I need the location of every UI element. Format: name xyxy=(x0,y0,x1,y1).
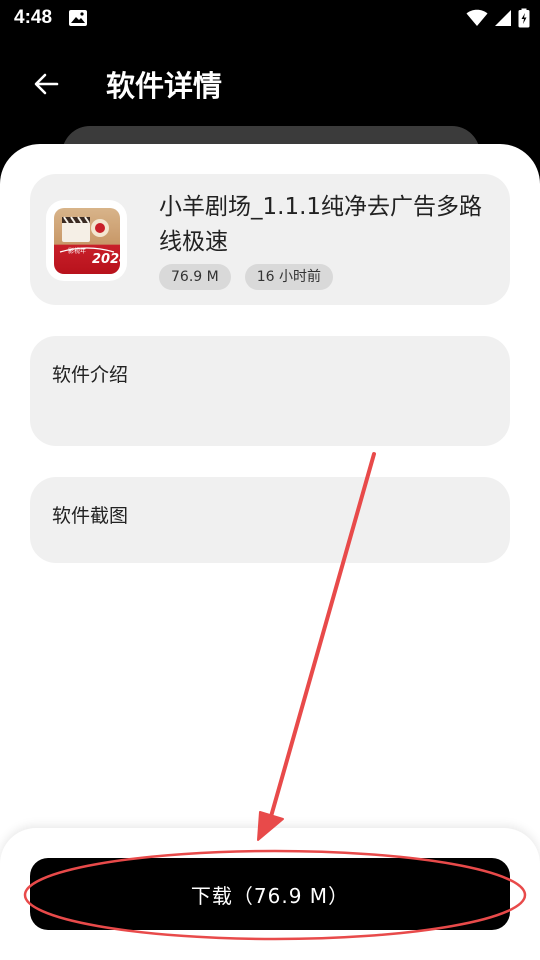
status-bar: 4:48 xyxy=(0,0,540,38)
back-button[interactable] xyxy=(26,64,66,104)
wifi-icon xyxy=(466,9,488,26)
battery-icon xyxy=(518,8,530,28)
arrow-left-icon xyxy=(34,73,59,95)
gallery-notification-icon xyxy=(69,10,87,26)
intro-card: 软件介绍 xyxy=(30,336,510,446)
status-icons xyxy=(466,8,530,28)
page-title: 软件详情 xyxy=(106,69,223,103)
screenshots-label: 软件截图 xyxy=(52,505,129,527)
updated-badge: 16 小时前 xyxy=(244,264,333,290)
app-name: 小羊剧场_1.1.1纯净去广告多路线极速 xyxy=(159,194,483,255)
intro-label: 软件介绍 xyxy=(52,364,129,386)
size-badge: 76.9 M xyxy=(159,264,231,290)
app-logo-caption: 影视年 xyxy=(68,247,86,255)
screenshots-card: 软件截图 xyxy=(30,477,510,563)
app-logo-icon: 2024 影视年 xyxy=(53,207,120,274)
status-time: 4:48 xyxy=(14,7,53,28)
app-icon: 2024 影视年 xyxy=(46,200,127,281)
signal-icon xyxy=(495,10,511,26)
app-info-card: 2024 影视年 小羊剧场_1.1.1纯净去广告多路线极速 76.9 M 16 … xyxy=(30,174,510,305)
download-button[interactable]: 下载（76.9 M） xyxy=(30,858,510,930)
svg-text:2024: 2024 xyxy=(92,252,120,267)
app-meta-badges: 76.9 M 16 小时前 xyxy=(159,264,333,290)
app-bar: 软件详情 xyxy=(0,38,540,126)
